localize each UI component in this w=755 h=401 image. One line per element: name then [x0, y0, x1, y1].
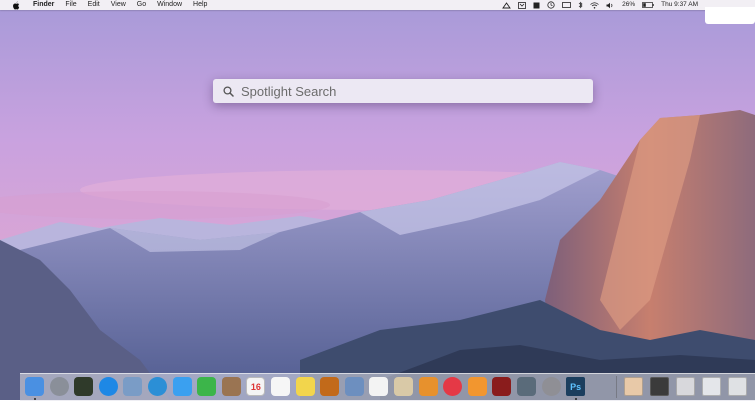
menu-window[interactable]: Window	[157, 0, 182, 10]
messages-icon[interactable]	[172, 377, 192, 396]
files-stack-icon[interactable]	[702, 377, 721, 396]
spotlight-search-bar[interactable]	[213, 79, 593, 103]
menu-app-finder[interactable]: Finder	[33, 0, 54, 10]
downloads-stack-icon[interactable]	[624, 377, 643, 396]
status-area: 26% Thu 9:37 AM	[495, 0, 755, 24]
dropbox-icon[interactable]	[533, 2, 540, 9]
dock: 16 Ps	[20, 373, 755, 401]
script-menu-icon[interactable]	[518, 1, 527, 9]
folder-stack-icon[interactable]	[676, 377, 695, 396]
itunes-icon[interactable]	[443, 377, 463, 396]
menu-clock[interactable]: Thu 9:37 AM	[661, 0, 698, 10]
menu-file[interactable]: File	[65, 0, 76, 10]
menu-help[interactable]: Help	[193, 0, 207, 10]
menu-view[interactable]: View	[111, 0, 126, 10]
app-store-icon[interactable]	[98, 377, 118, 396]
facetime-icon[interactable]	[197, 377, 217, 396]
trash-icon[interactable]	[728, 377, 747, 396]
airplay-icon[interactable]	[562, 1, 572, 9]
notes-icon[interactable]	[295, 377, 315, 396]
iphoto-icon[interactable]	[344, 377, 364, 396]
photoshop-icon[interactable]: Ps	[566, 377, 586, 396]
contacts-icon[interactable]	[221, 377, 241, 396]
spotlight-search-input[interactable]	[241, 83, 571, 99]
documents-stack-icon[interactable]	[650, 377, 669, 396]
ibooks-icon[interactable]	[418, 377, 438, 396]
battery-icon[interactable]	[642, 2, 654, 8]
finder-icon[interactable]	[25, 377, 44, 396]
wifi-icon[interactable]	[590, 1, 599, 9]
menu-bar: Finder File Edit View Go Window Help 26%	[0, 0, 755, 24]
ibooks-store-icon[interactable]	[467, 377, 487, 396]
garageband-icon[interactable]	[320, 377, 340, 396]
battery-percent[interactable]: 26%	[622, 0, 635, 10]
image-capture-icon[interactable]	[517, 377, 536, 396]
script-editor-icon[interactable]	[394, 377, 413, 396]
menu-go[interactable]: Go	[137, 0, 146, 10]
magnifier-icon	[223, 85, 235, 97]
preview-icon[interactable]	[123, 377, 143, 396]
desktop-wallpaper	[0, 0, 755, 400]
time-machine-icon[interactable]	[547, 1, 555, 9]
mission-control-icon[interactable]	[74, 377, 94, 396]
bluetooth-icon[interactable]	[578, 1, 583, 9]
volume-icon[interactable]	[606, 2, 615, 9]
system-preferences-icon[interactable]	[541, 377, 561, 396]
dock-separator	[616, 376, 617, 398]
calendar-icon[interactable]: 16	[246, 377, 266, 396]
photo-booth-icon[interactable]	[492, 377, 512, 396]
user-menu[interactable]	[705, 7, 755, 24]
launchpad-icon[interactable]	[49, 377, 69, 396]
reminders-icon[interactable]	[271, 377, 290, 396]
apple-logo-icon[interactable]	[12, 0, 21, 10]
textedit-icon[interactable]	[369, 377, 389, 396]
safari-icon[interactable]	[148, 377, 167, 396]
calendar-day-label: 16	[250, 381, 261, 392]
creative-cloud-icon[interactable]	[502, 1, 511, 9]
photoshop-label: Ps	[570, 381, 582, 392]
menu-edit[interactable]: Edit	[88, 0, 100, 10]
